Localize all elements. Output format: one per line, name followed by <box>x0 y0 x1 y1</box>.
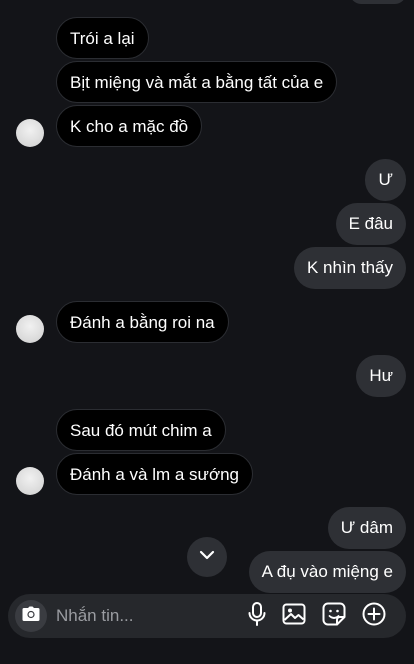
contact-avatar[interactable] <box>16 467 44 495</box>
microphone-button[interactable] <box>245 601 269 631</box>
message-outgoing[interactable]: E đâu <box>335 203 406 245</box>
sticker-button[interactable] <box>322 602 346 631</box>
scroll-to-bottom-button[interactable] <box>187 537 227 577</box>
camera-button[interactable] <box>15 600 47 632</box>
message-incoming[interactable]: K cho a mặc đồ <box>56 105 203 147</box>
add-button[interactable] <box>362 602 386 631</box>
sticker-icon <box>322 602 346 631</box>
message-incoming[interactable]: Trói a lại <box>56 17 149 59</box>
camera-icon <box>22 606 40 627</box>
message-outgoing[interactable]: A đụ vào miệng e <box>248 551 406 593</box>
message-outgoing[interactable]: Ư dâm <box>327 507 406 549</box>
previous-message-bubble <box>350 0 406 4</box>
message-input[interactable]: Nhắn tin... <box>56 594 134 638</box>
message-outgoing[interactable]: Ư <box>365 159 406 201</box>
message-composer: Nhắn tin... <box>8 594 406 638</box>
message-outgoing[interactable]: K nhìn thấy <box>293 247 406 289</box>
chevron-down-icon <box>197 545 217 570</box>
message-incoming[interactable]: Sau đó mút chim a <box>56 409 226 451</box>
image-icon <box>282 603 306 630</box>
plus-circle-icon <box>362 602 386 631</box>
gallery-button[interactable] <box>282 603 306 630</box>
message-incoming[interactable]: Bịt miệng và mắt a bằng tất của e <box>56 61 338 103</box>
contact-avatar[interactable] <box>16 119 44 147</box>
contact-avatar[interactable] <box>16 315 44 343</box>
message-incoming[interactable]: Đánh a và lm a sướng <box>56 453 253 495</box>
message-incoming[interactable]: Đánh a bằng roi na <box>56 301 229 343</box>
microphone-icon <box>247 601 267 631</box>
message-outgoing[interactable]: Hư <box>356 355 406 397</box>
